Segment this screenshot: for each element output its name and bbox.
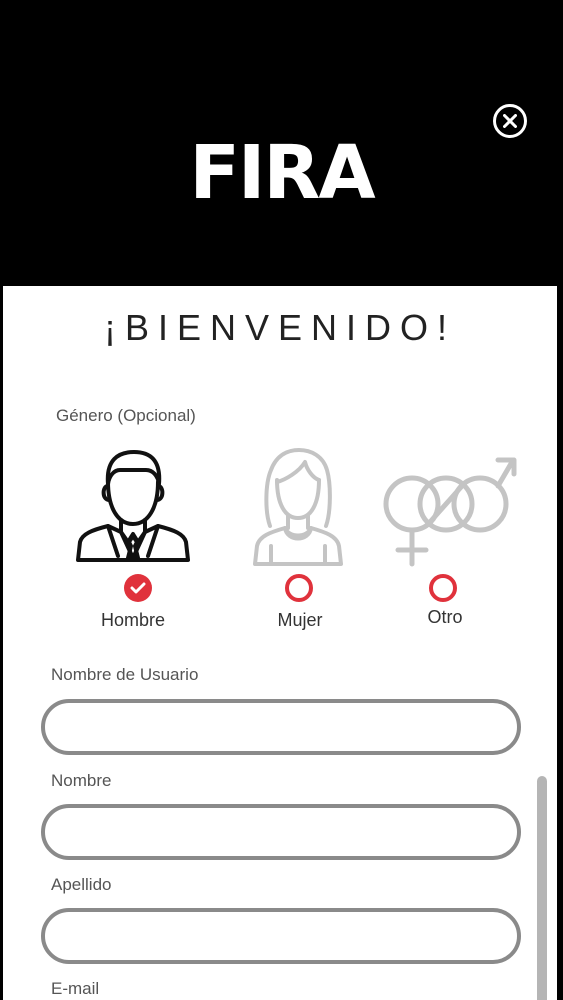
- gender-option-label: Mujer: [277, 610, 323, 630]
- gender-label: Género (Opcional): [56, 406, 196, 425]
- close-icon: [503, 114, 517, 128]
- gender-radio-mujer[interactable]: [285, 574, 313, 602]
- first-name-label: Nombre: [51, 771, 112, 790]
- registration-sheet: ¡BIENVENIDO! Género (Opcional) Hombre Mu…: [3, 286, 557, 1000]
- woman-icon: [253, 448, 343, 566]
- gender-option-hombre[interactable]: Hombre: [58, 446, 208, 636]
- close-button[interactable]: [493, 104, 527, 138]
- scrollbar[interactable]: [537, 776, 547, 1000]
- gender-symbols-icon: [383, 457, 517, 567]
- man-icon: [76, 450, 190, 562]
- gender-radio-otro[interactable]: [429, 574, 457, 602]
- gender-option-otro[interactable]: Otro: [368, 446, 518, 636]
- first-name-input[interactable]: [41, 804, 521, 860]
- gender-option-label: Otro: [427, 607, 463, 627]
- last-name-input[interactable]: [41, 908, 521, 964]
- app-logo: FIRA: [189, 130, 375, 216]
- welcome-title: ¡BIENVENIDO!: [103, 307, 457, 348]
- username-label: Nombre de Usuario: [51, 665, 199, 684]
- gender-radio-hombre[interactable]: [124, 574, 152, 602]
- header: FIRA: [0, 0, 563, 286]
- check-icon: [130, 582, 146, 594]
- gender-option-label: Hombre: [100, 610, 166, 630]
- last-name-label: Apellido: [51, 875, 112, 894]
- username-input[interactable]: [41, 699, 521, 755]
- email-label: E-mail: [51, 979, 100, 998]
- gender-option-mujer[interactable]: Mujer: [223, 446, 373, 636]
